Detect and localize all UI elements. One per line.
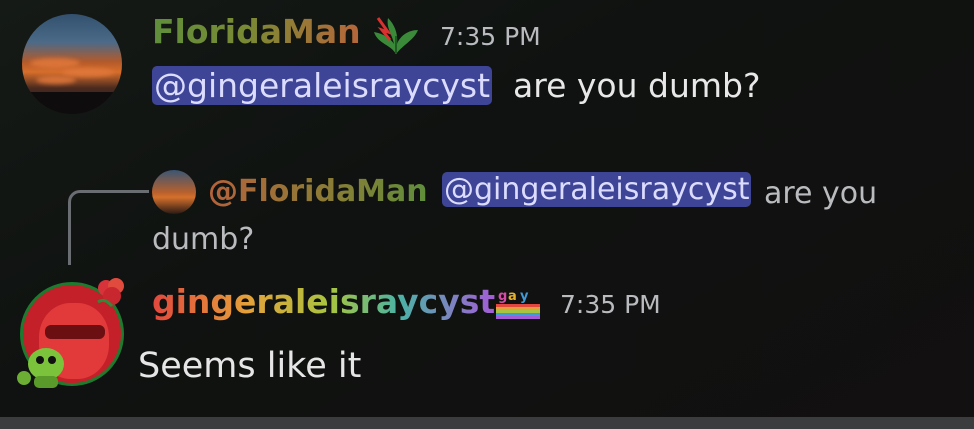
reply-mention[interactable]: @gingeraleisraycyst: [442, 172, 752, 207]
svg-text:y: y: [520, 289, 529, 304]
reply-text[interactable]: are you: [764, 176, 877, 211]
divider: [0, 417, 974, 429]
svg-text:g: g: [498, 289, 507, 304]
user-mention[interactable]: @gingeraleisraycyst: [442, 172, 752, 207]
timestamp: 7:35 PM: [440, 22, 541, 51]
svg-text:a: a: [508, 289, 517, 304]
message-text: [503, 66, 514, 105]
timestamp: 7:35 PM: [560, 290, 661, 319]
message-text: Seems like it: [138, 346, 362, 386]
leaf-icon: [374, 17, 418, 54]
reply-connector: [68, 190, 149, 265]
reply-author[interactable]: @FloridaMan: [208, 174, 428, 209]
avatar-floridaman[interactable]: [22, 14, 122, 114]
gay-rainbow-icon: g a y: [496, 289, 540, 319]
user-mention[interactable]: @gingeraleisraycyst: [152, 66, 493, 105]
creature-decoration-icon: [17, 348, 64, 388]
username-floridaman[interactable]: FloridaMan: [152, 12, 361, 51]
reply-avatar[interactable]: [152, 170, 196, 214]
message-text: are you dumb?: [513, 66, 761, 105]
username-gingeraleisraycyst[interactable]: gingeraleisraycyst: [152, 282, 495, 321]
flower-decoration-icon: [97, 278, 124, 308]
message-content: @gingeraleisraycyst are you dumb?: [152, 66, 760, 105]
reply-text-continued[interactable]: dumb?: [152, 222, 254, 257]
